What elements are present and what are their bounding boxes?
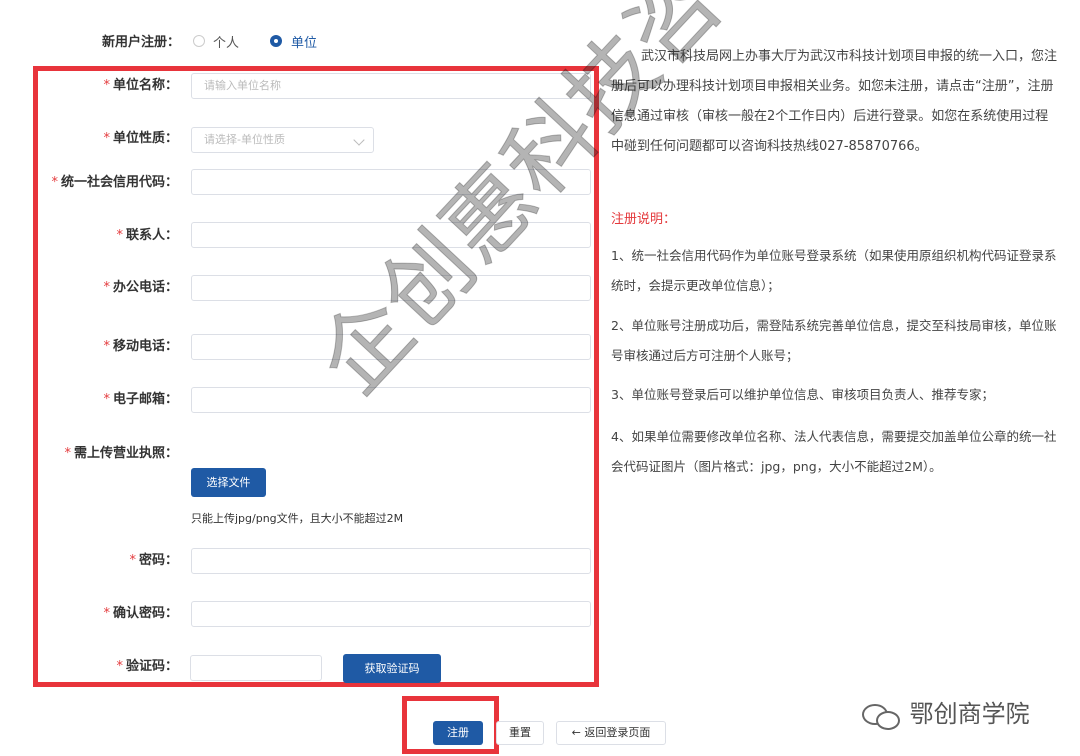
choose-file-button[interactable]: 选择文件 xyxy=(191,468,266,497)
user-type-label: 新用户注册： xyxy=(102,35,181,50)
password-label: * 密码： xyxy=(129,553,178,568)
get-captcha-button[interactable]: 获取验证码 xyxy=(343,654,441,683)
confirm-password-label: * 确认密码： xyxy=(103,606,178,621)
radio-personal[interactable] xyxy=(193,35,205,47)
note-item: 1、统一社会信用代码作为单位账号登录系统（如果使用原组织机构代码证登录系统时，会… xyxy=(611,248,1057,293)
password-input[interactable] xyxy=(191,548,591,574)
confirm-password-input[interactable] xyxy=(191,601,591,627)
reset-button[interactable]: 重置 xyxy=(496,721,544,745)
captcha-input[interactable] xyxy=(190,655,322,681)
unit-nature-select[interactable]: 请选择-单位性质 xyxy=(191,127,374,153)
mobile-phone-label: * 移动电话： xyxy=(103,339,178,354)
captcha-label: * 验证码： xyxy=(116,659,178,674)
radio-personal-label[interactable]: 个人 xyxy=(213,32,239,51)
unit-name-label: * 单位名称： xyxy=(103,78,178,93)
register-button[interactable]: 注册 xyxy=(433,721,483,745)
email-label: * 电子邮箱： xyxy=(103,392,178,407)
radio-unit[interactable] xyxy=(270,35,282,47)
notes-title: 注册说明： xyxy=(611,212,677,227)
radio-unit-label[interactable]: 单位 xyxy=(291,32,317,51)
credit-code-label: * 统一社会信用代码： xyxy=(51,175,178,190)
office-phone-label: * 办公电话： xyxy=(103,280,178,295)
upload-hint: 只能上传jpg/png文件，且大小不能超过2M xyxy=(191,512,404,525)
chevron-down-icon xyxy=(353,134,365,146)
unit-nature-label: * 单位性质： xyxy=(103,131,178,146)
license-label: * 需上传营业执照： xyxy=(64,446,178,461)
wechat-brand: 鄂创商学院 xyxy=(862,694,1030,730)
note-item: 3、单位账号登录后可以维护单位信息、审核项目负责人、推荐专家； xyxy=(611,387,994,402)
wechat-brand-name: 鄂创商学院 xyxy=(909,700,1030,728)
wechat-icon xyxy=(862,702,902,730)
note-item: 2、单位账号注册成功后，需登陆系统完善单位信息，提交至科技局审核，单位账号审核通… xyxy=(611,318,1057,363)
note-item: 4、如果单位需要修改单位名称、法人代表信息，需要提交加盖单位公章的统一社会代码证… xyxy=(611,429,1057,474)
back-to-login-button[interactable]: ← 返回登录页面 xyxy=(556,721,666,745)
contact-label: * 联系人： xyxy=(116,228,178,243)
